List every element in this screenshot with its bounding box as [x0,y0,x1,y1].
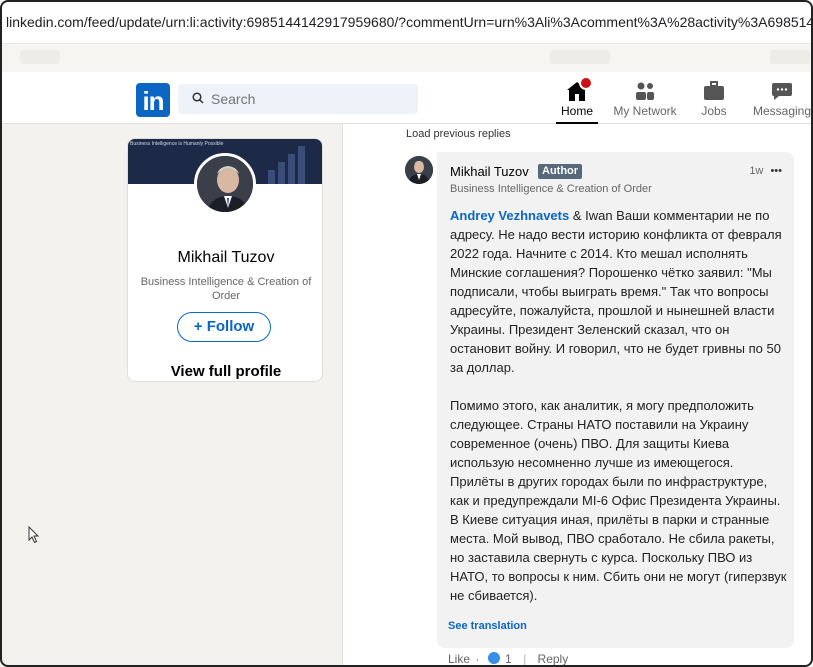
linkedin-top-nav: in Home My Network Jobs Messaging [0,72,813,124]
nav-jobs-label: Jobs [701,104,727,118]
network-icon [633,80,657,102]
nav-my-network-label: My Network [613,104,677,118]
reply-button[interactable]: Reply [538,652,569,666]
bookmarks-bar [0,44,813,72]
load-previous-replies-link[interactable]: Load previous replies [406,128,511,140]
left-pane: Business Intelligence is Humanly Possibl… [0,124,343,667]
like-button[interactable]: Like [448,652,470,666]
mouse-cursor-icon [28,526,40,544]
follow-button[interactable]: + Follow [177,312,271,342]
comment-time: 1w [749,165,764,177]
comment-author-name[interactable]: Mikhail Tuzov [450,164,529,179]
nav-jobs[interactable]: Jobs [696,76,732,124]
home-icon [565,76,593,102]
comment-author-avatar[interactable] [405,156,433,184]
profile-avatar[interactable] [194,153,256,215]
profile-name[interactable]: Mikhail Tuzov [128,249,322,267]
briefcase-icon [702,80,726,102]
search-icon [192,92,204,104]
banner-text: Business Intelligence is Humanly Possibl… [130,141,224,147]
nav-messaging[interactable]: Messaging [752,76,812,124]
comment-text: Andrey Vezhnavets & Iwan Ваши комментари… [450,206,787,605]
comment-actions: Like · 1 | Reply [448,652,568,666]
comment-time-and-menu: 1w ••• [749,165,782,177]
more-options-icon[interactable]: ••• [770,165,782,177]
author-badge: Author [538,164,583,179]
mention-link[interactable]: Andrey Vezhnavets [450,208,569,223]
like-reaction-icon [487,652,500,664]
search-box[interactable] [178,84,418,114]
profile-card: Business Intelligence is Humanly Possibl… [127,138,323,382]
linkedin-logo[interactable]: in [136,83,170,117]
comment-bubble: Mikhail Tuzov Author 1w ••• Business Int… [437,152,794,648]
separator-pipe: | [523,652,527,666]
url-text[interactable]: linkedin.com/feed/update/urn:li:activity… [6,14,813,30]
nav-messaging-label: Messaging [752,104,812,118]
search-input[interactable] [211,90,401,108]
like-count[interactable]: 1 [505,652,512,666]
comment-author-headline: Business Intelligence & Creation of Orde… [450,183,652,195]
comments-section: Load previous replies Mikhail Tuzov Auth… [343,124,813,667]
nav-home[interactable]: Home [556,76,598,124]
messaging-icon [770,80,794,102]
comment-body: & Iwan Ваши комментарии не по адресу. Не… [450,208,787,603]
browser-address-bar[interactable]: linkedin.com/feed/update/urn:li:activity… [0,0,813,44]
notification-badge [579,76,593,90]
nav-home-label: Home [560,104,593,118]
nav-my-network[interactable]: My Network [612,76,678,124]
see-translation-link[interactable]: See translation [448,620,527,632]
view-full-profile-link[interactable]: View full profile [128,363,322,380]
separator-dot: · [475,652,480,666]
profile-headline: Business Intelligence & Creation of Orde… [140,276,312,302]
